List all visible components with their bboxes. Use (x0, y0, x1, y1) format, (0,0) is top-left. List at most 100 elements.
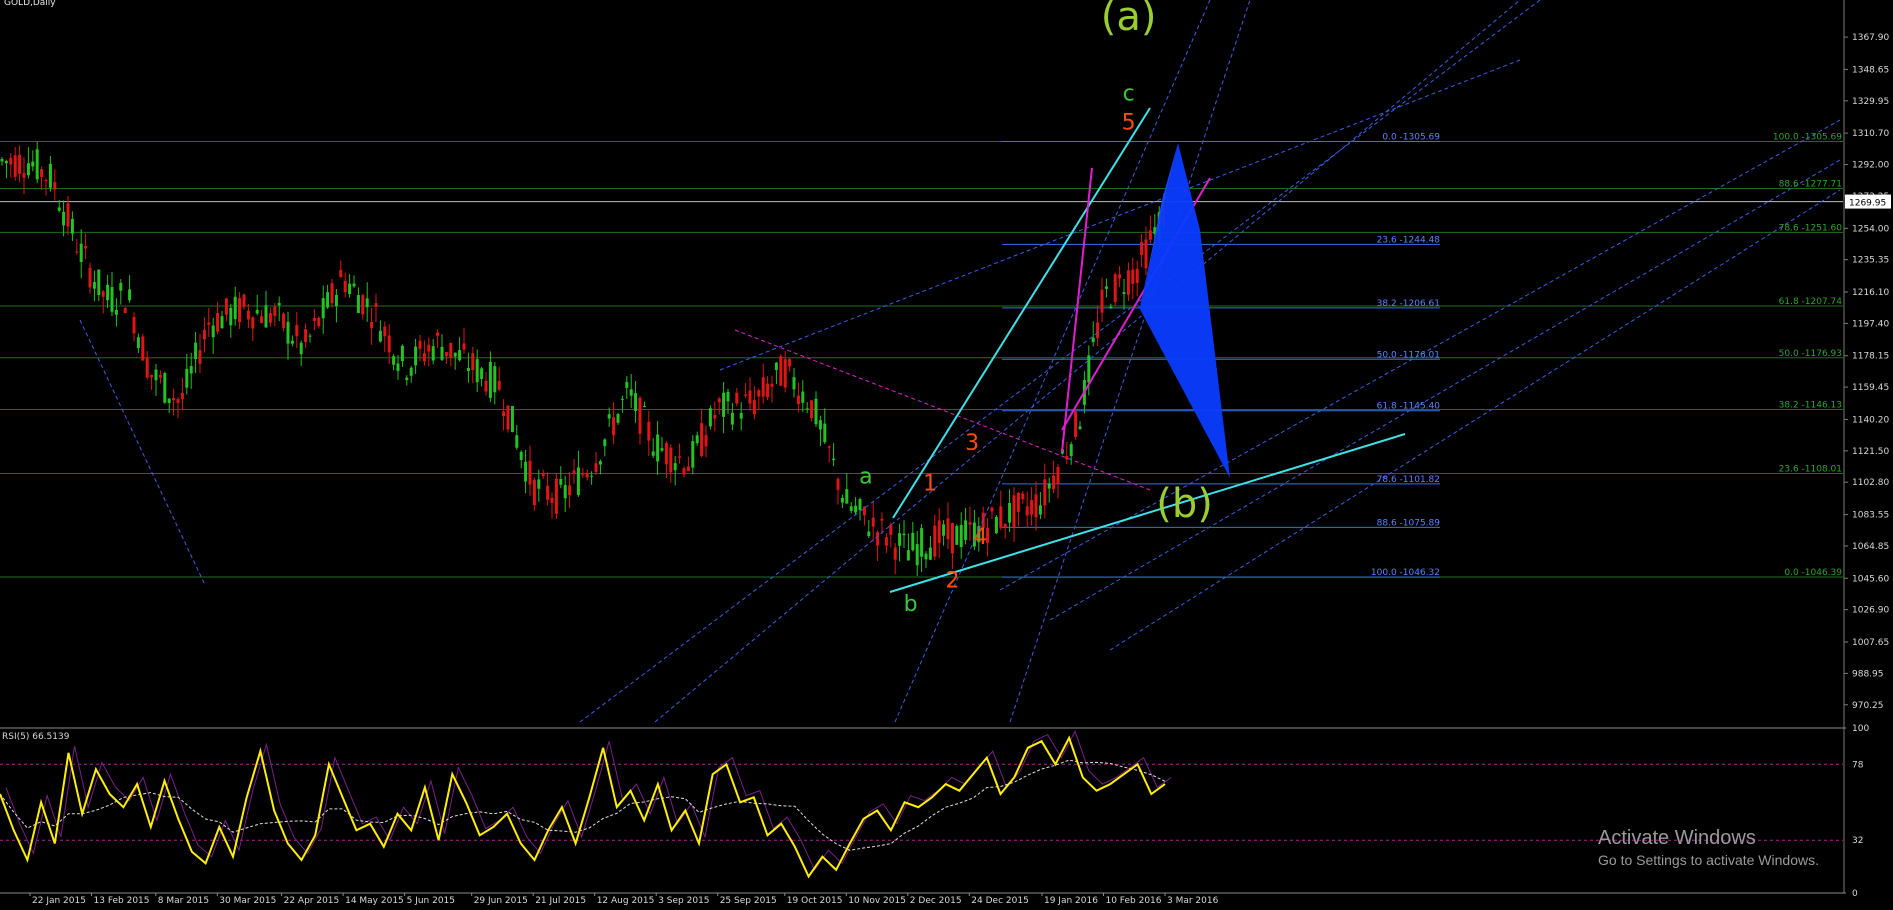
candle-body (242, 294, 246, 307)
candle-body (211, 325, 215, 338)
candle-body (735, 392, 739, 404)
date-tick-label: 21 Jul 2015 (535, 896, 586, 906)
watermark-line-2: Go to Settings to activate Windows. (1598, 852, 1819, 868)
candle-body (933, 525, 937, 557)
candle-body (114, 309, 118, 315)
candle-body (845, 489, 849, 504)
wave-label: 4 (973, 525, 987, 550)
candle-body (339, 269, 343, 278)
candle-body (660, 448, 664, 451)
rsi-title: RSI(5) 66.5139 (2, 732, 70, 742)
wave-label: 5 (1122, 110, 1136, 135)
candle-body (959, 524, 963, 548)
candle-body (132, 316, 136, 334)
candle-body (1003, 523, 1007, 528)
date-tick-label: 29 Jun 2015 (474, 896, 528, 906)
candle (510, 405, 514, 433)
candle-body (493, 366, 497, 393)
candle-body (928, 547, 932, 560)
fib-green-label: 61.8 -1207.74 (1779, 297, 1843, 307)
candle-body (198, 350, 202, 364)
candle (1113, 272, 1117, 306)
candle-body (418, 340, 422, 349)
fib-green-label: 88.6 -1277.71 (1779, 180, 1842, 190)
candle-body (75, 251, 79, 253)
candle-body (150, 374, 154, 378)
candle-body (84, 245, 88, 249)
candle-body (400, 345, 404, 362)
date-tick-label: 12 Aug 2015 (597, 896, 655, 906)
candle-body (898, 533, 902, 546)
price-tick-label: 1310.70 (1852, 129, 1889, 139)
candle-body (62, 211, 66, 226)
candle-body (1104, 286, 1108, 289)
candle-body (286, 321, 290, 344)
candle-body (625, 382, 629, 388)
candle-body (700, 423, 704, 457)
candle-body (546, 485, 550, 500)
candle-body (31, 161, 35, 167)
candle-body (559, 478, 563, 485)
candle-body (295, 325, 299, 337)
candle-body (893, 547, 897, 560)
candle-body (431, 346, 435, 361)
date-tick-label: 24 Dec 2015 (971, 896, 1028, 906)
fib-green-label: 50.0 -1176.93 (1779, 349, 1842, 359)
candle-body (832, 458, 836, 461)
candle-body (1140, 242, 1144, 256)
wave-label: c (1123, 82, 1135, 107)
price-tick-label: 1159.45 (1852, 383, 1889, 393)
candle-body (942, 524, 946, 536)
candle-body (871, 517, 875, 527)
candle-body (299, 342, 303, 355)
candle (779, 354, 783, 386)
candle-body (884, 537, 888, 546)
candle-body (1144, 239, 1148, 269)
candle-body (119, 282, 123, 291)
candle-body (612, 417, 616, 436)
date-tick-label: 13 Feb 2015 (94, 896, 150, 906)
candle-body (141, 336, 145, 361)
chart-window: 0.0 -1305.69 23.6 -1244.48 38.2 -1206.61 50… (0, 0, 1893, 906)
candle-body (40, 169, 44, 178)
candle-body (427, 344, 431, 352)
candle-body (396, 363, 400, 371)
candle-body (1087, 355, 1091, 383)
candle-body (233, 296, 237, 320)
candle-body (273, 306, 277, 316)
candle-body (97, 269, 101, 296)
candle-body (172, 397, 176, 401)
price-tick-label: 1083.55 (1852, 511, 1889, 521)
price-tick-label: 1367.90 (1852, 33, 1889, 43)
wave-label: b (904, 592, 918, 617)
candle-body (158, 374, 162, 378)
candle-body (176, 399, 180, 403)
candle-body (383, 326, 387, 337)
candle-body (510, 406, 514, 433)
candle-body (128, 289, 132, 301)
candle-body (726, 391, 730, 402)
candle-body (722, 392, 726, 417)
candle-body (532, 479, 536, 506)
candle-body (1030, 500, 1034, 515)
candle-body (867, 531, 871, 537)
candle-body (568, 485, 572, 496)
candle-body (361, 295, 365, 315)
candle-body (268, 313, 272, 323)
candle-body (79, 243, 83, 262)
candle-body (920, 528, 924, 557)
candle-body (906, 550, 910, 561)
candle-body (1131, 269, 1135, 284)
candle-body (594, 463, 598, 473)
candle-body (818, 420, 822, 430)
wave-label: a (859, 465, 872, 490)
candle-body (251, 317, 255, 329)
fib-blue-label: 78.6 -1101.82 (1377, 475, 1440, 485)
candle-body (682, 468, 686, 475)
wave-label: (a) (1101, 0, 1157, 40)
date-tick-label: 2 Dec 2015 (910, 896, 962, 906)
candle-body (915, 544, 919, 566)
candle-body (216, 313, 220, 332)
price-tick-label: 1348.65 (1852, 65, 1889, 75)
price-tick-label: 1329.95 (1852, 97, 1889, 107)
